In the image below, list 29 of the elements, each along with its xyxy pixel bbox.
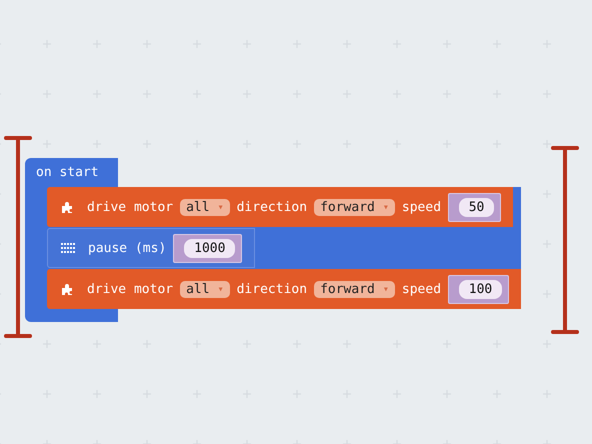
dropdown[interactable]: forward ▾: [314, 198, 395, 216]
pause-block[interactable]: pause (ms) 1000: [47, 228, 256, 268]
motor-block[interactable]: drive motor all ▾ direction forward ▾ speed 100: [47, 269, 522, 309]
dropdown[interactable]: forward ▾: [314, 280, 395, 298]
dropdown-arrow-icon: ▾: [382, 284, 389, 294]
event-block-header[interactable]: on start: [25, 158, 118, 187]
block-text: drive motor: [87, 200, 174, 214]
dropdown-arrow-icon: ▾: [218, 202, 224, 212]
block-text: speed: [402, 282, 442, 296]
puzzle-icon: [60, 282, 74, 296]
block-text: drive motor: [87, 282, 174, 296]
puzzle-icon: [60, 200, 74, 214]
number-block[interactable]: 100: [448, 274, 510, 304]
block-text: speed: [402, 200, 442, 214]
number-field[interactable]: 1000: [184, 238, 236, 258]
number-block[interactable]: 1000: [173, 234, 242, 262]
dropdown[interactable]: all ▾: [180, 280, 230, 298]
number-field[interactable]: 50: [459, 198, 494, 216]
block-text: direction: [236, 282, 308, 296]
event-label: on start: [36, 165, 99, 180]
grid-icon: [61, 242, 75, 254]
block-text: pause (ms): [88, 240, 166, 256]
number-field[interactable]: 100: [459, 280, 502, 298]
dropdown-arrow-icon: ▾: [382, 202, 389, 212]
block-text: direction: [236, 200, 308, 214]
dropdown[interactable]: all ▾: [180, 198, 230, 216]
number-block[interactable]: 50: [448, 192, 502, 222]
motor-block[interactable]: drive motor all ▾ direction forward ▾ speed 50: [47, 187, 514, 227]
dropdown-arrow-icon: ▾: [218, 284, 224, 294]
